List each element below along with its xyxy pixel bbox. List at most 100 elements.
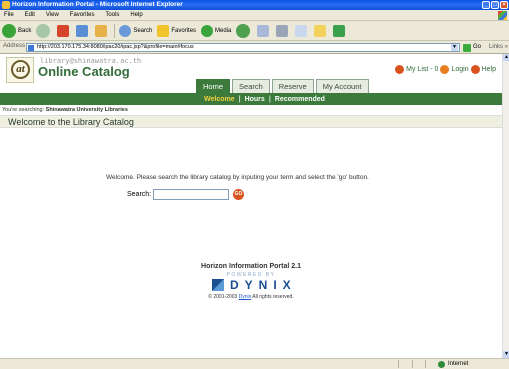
help-icon xyxy=(470,65,480,74)
search-button[interactable]: Search xyxy=(119,24,153,37)
media-button[interactable]: Media xyxy=(201,24,232,37)
star-icon xyxy=(157,24,170,37)
folder-icon xyxy=(314,24,327,37)
copyright-suffix: All rights reserved. xyxy=(252,294,294,300)
media-label: Media xyxy=(215,27,232,34)
menu-file[interactable]: File xyxy=(0,10,19,21)
menu-bar: File Edit View Favorites Tools Help xyxy=(0,10,509,21)
go-arrow-icon xyxy=(463,43,471,52)
address-dropdown-icon[interactable]: ▼ xyxy=(451,44,458,51)
home-icon xyxy=(95,24,108,37)
folder-button[interactable] xyxy=(314,24,328,37)
history-icon xyxy=(236,23,251,38)
tab-reserve[interactable]: Reserve xyxy=(271,79,314,93)
subnav-welcome[interactable]: Welcome xyxy=(200,96,239,103)
media-icon xyxy=(201,24,214,37)
edit-button[interactable] xyxy=(295,24,309,37)
back-button[interactable]: Back xyxy=(2,23,31,38)
zone-label: Internet xyxy=(448,361,469,367)
welcome-header: Welcome to the Library Catalog xyxy=(0,115,502,128)
close-button[interactable]: × xyxy=(500,1,508,9)
tab-search[interactable]: Search xyxy=(232,79,270,93)
dynix-mark-icon xyxy=(212,279,224,291)
dynix-wordmark: DYNIX xyxy=(230,278,297,292)
security-zone: Internet xyxy=(438,359,468,369)
login-link[interactable]: Login xyxy=(451,66,468,73)
searching-scope: You're searching: Shinawatra University … xyxy=(2,107,128,113)
menu-help[interactable]: Help xyxy=(126,10,147,21)
page-viewport: at library@shinawatra.ac.th Online Catal… xyxy=(0,54,502,358)
forward-arrow-icon xyxy=(36,23,51,38)
search-field-label: Search: xyxy=(127,191,152,198)
search-label: Search xyxy=(133,27,153,34)
edit-page-icon xyxy=(295,24,308,37)
portal-name: Horizon Information Portal 2.1 xyxy=(201,263,301,270)
refresh-icon xyxy=(76,24,89,37)
address-url: http://203.170.175.34:8080/ipac20/ipac.j… xyxy=(37,44,194,50)
page-title: Welcome to the Library Catalog xyxy=(8,117,134,127)
mylist-link[interactable]: My List - 0 xyxy=(406,66,438,73)
minimize-button[interactable]: _ xyxy=(482,1,490,9)
page-icon xyxy=(28,45,34,51)
links-button[interactable]: Links » xyxy=(489,43,508,52)
mail-icon xyxy=(257,24,270,37)
home-button[interactable] xyxy=(95,24,109,37)
status-divider xyxy=(425,360,426,368)
windows-logo-icon xyxy=(498,11,507,20)
window-titlebar: Horizon Information Portal - Microsoft I… xyxy=(0,0,509,10)
ie-app-icon xyxy=(2,1,10,9)
address-label: Address xyxy=(3,43,26,49)
top-links: My List - 0 Login Help xyxy=(393,65,496,74)
address-bar: Address http://203.170.175.34:8080/ipac2… xyxy=(0,41,509,54)
scroll-down-icon[interactable]: ▼ xyxy=(503,351,509,358)
searching-prefix: You're searching: xyxy=(2,107,45,113)
subnav-hours[interactable]: Hours xyxy=(241,96,269,103)
browser-toolbar: Back Search Favorites Media xyxy=(0,21,509,41)
menu-view[interactable]: View xyxy=(42,10,64,21)
logo-letters: at xyxy=(11,60,30,79)
toolbar-separator xyxy=(114,23,116,38)
dynix-link[interactable]: Dynix xyxy=(239,294,252,300)
menu-favorites[interactable]: Favorites xyxy=(66,10,100,21)
catalog-title: Online Catalog xyxy=(38,64,130,79)
address-go-label: Go xyxy=(473,44,482,50)
searching-library: Shinawatra University Libraries xyxy=(45,107,128,113)
favorites-button[interactable]: Favorites xyxy=(157,24,197,37)
forward-button[interactable] xyxy=(36,23,52,38)
history-button[interactable] xyxy=(236,23,252,38)
welcome-message: Welcome. Please search the library catal… xyxy=(106,174,369,181)
copyright-prefix: © 2001-2003 xyxy=(208,294,238,300)
vertical-scrollbar[interactable]: ▲ ▼ xyxy=(502,54,509,358)
refresh-button[interactable] xyxy=(76,24,90,37)
globe-icon xyxy=(438,360,445,368)
print-icon xyxy=(276,24,289,37)
scroll-up-icon[interactable]: ▲ xyxy=(503,54,509,61)
login-icon xyxy=(440,65,450,74)
mylist-icon xyxy=(395,65,405,74)
window-title: Horizon Information Portal - Microsoft I… xyxy=(12,1,183,8)
menu-edit[interactable]: Edit xyxy=(21,10,40,21)
stop-icon xyxy=(57,24,70,37)
stop-button[interactable] xyxy=(57,24,71,37)
library-logo: at xyxy=(6,57,34,83)
catalog-search-input[interactable] xyxy=(153,189,229,200)
main-tabs: Home Search Reserve My Account xyxy=(196,79,369,93)
messenger-button[interactable] xyxy=(333,24,347,37)
messenger-icon xyxy=(333,24,346,37)
tab-home[interactable]: Home xyxy=(196,79,231,93)
maximize-button[interactable]: □ xyxy=(491,1,499,9)
status-divider xyxy=(412,360,413,368)
status-divider xyxy=(398,360,399,368)
search-go-button[interactable]: GO xyxy=(233,189,244,200)
search-icon xyxy=(119,24,132,37)
tab-my-account[interactable]: My Account xyxy=(315,79,369,93)
help-link[interactable]: Help xyxy=(482,66,496,73)
menu-tools[interactable]: Tools xyxy=(101,10,124,21)
favorites-label: Favorites xyxy=(171,27,197,34)
subnav-recommended[interactable]: Recommended xyxy=(271,96,329,103)
mail-button[interactable] xyxy=(257,24,271,37)
back-arrow-icon xyxy=(2,23,16,38)
address-input[interactable]: http://203.170.175.34:8080/ipac20/ipac.j… xyxy=(26,43,460,52)
print-button[interactable] xyxy=(276,24,290,37)
address-go-button[interactable]: Go xyxy=(463,43,481,52)
